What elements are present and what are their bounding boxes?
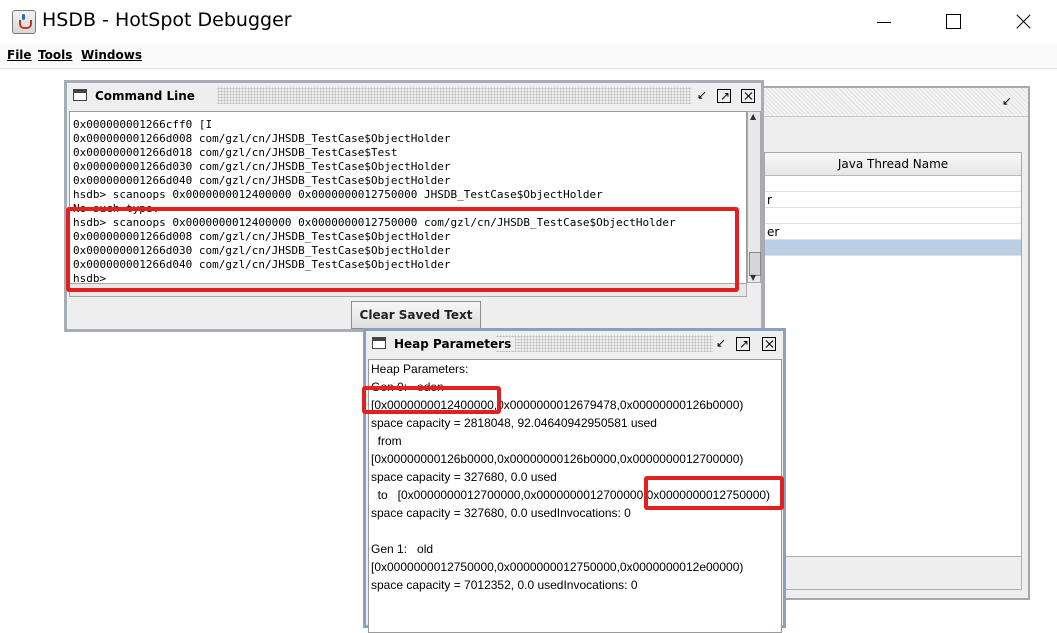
command-line-frame[interactable]: Command Line 0x000000001266cff0 [I 0x000…	[64, 80, 764, 332]
heap-line	[369, 522, 781, 540]
thread-row[interactable]: r	[765, 192, 1021, 208]
thread-row-selected[interactable]	[765, 240, 1021, 256]
titlebar-grip	[217, 87, 691, 104]
maximize-frame-icon[interactable]	[717, 89, 731, 103]
close-frame-icon[interactable]	[741, 89, 755, 103]
heap-line: space capacity = 2818048, 92.04640942950…	[371, 416, 657, 430]
iconify-icon[interactable]	[697, 88, 711, 102]
frame-window-icon	[73, 89, 87, 101]
maximize-frame-icon[interactable]	[736, 337, 750, 351]
menu-file[interactable]: File	[7, 48, 32, 62]
command-line-titlebar[interactable]: Command Line	[67, 83, 761, 109]
output-line: 0x000000001266d018 com/gzl/cn/JHSDB_Test…	[73, 146, 398, 159]
thread-details-panel	[764, 556, 1022, 590]
minimize-button[interactable]	[860, 0, 906, 44]
iconify-icon[interactable]	[1002, 94, 1016, 108]
window-title: HSDB - HotSpot Debugger	[42, 9, 292, 31]
clear-saved-text-button[interactable]: Clear Saved Text	[351, 301, 481, 329]
java-threads-frame[interactable]: Java Thread Name r er	[762, 86, 1030, 600]
frame-window-icon	[372, 337, 386, 349]
heap-line: [0x0000000012750000,0x0000000012750000,0…	[371, 560, 744, 574]
output-line: 0x000000001266d008 com/gzl/cn/JHSDB_Test…	[73, 132, 451, 145]
highlight-box-eden-start	[362, 386, 501, 414]
heap-line: Heap Parameters:	[371, 362, 469, 376]
heap-line: from	[371, 434, 402, 448]
close-frame-icon[interactable]	[762, 337, 776, 351]
menu-bar: File Tools Windows	[0, 44, 1057, 69]
titlebar-grip	[496, 335, 713, 352]
java-app-icon	[12, 10, 36, 34]
thread-table[interactable]: Java Thread Name r er	[764, 152, 1022, 564]
java-threads-frame-titlebar[interactable]	[764, 88, 1028, 117]
heap-line: Gen 1: old	[371, 542, 434, 556]
menu-tools[interactable]: Tools	[38, 48, 72, 62]
iconify-icon[interactable]	[716, 336, 730, 350]
window-titlebar: HSDB - HotSpot Debugger	[0, 0, 1057, 44]
heap-line: [0x00000000126b0000,0x00000000126b0000,0…	[371, 452, 744, 466]
maximize-button[interactable]	[930, 0, 976, 44]
highlight-box-to-end	[644, 476, 784, 510]
highlight-box-scanoops	[66, 207, 739, 292]
thread-row[interactable]	[765, 176, 1021, 192]
thread-row[interactable]: er	[765, 224, 1021, 240]
vertical-scrollbar[interactable]	[747, 111, 761, 283]
output-line: 0x000000001266d040 com/gzl/cn/JHSDB_Test…	[73, 174, 451, 187]
menu-windows[interactable]: Windows	[81, 48, 142, 62]
output-line: 0x000000001266cff0 [I	[73, 118, 213, 131]
heap-parameters-title: Heap Parameters	[394, 337, 516, 351]
output-line: 0x000000001266d030 com/gzl/cn/JHSDB_Test…	[73, 160, 451, 173]
heap-parameters-titlebar[interactable]: Heap Parameters	[366, 331, 783, 357]
thread-row[interactable]	[765, 208, 1021, 224]
heap-line: space capacity = 7012352, 0.0 usedInvoca…	[371, 578, 638, 592]
command-line-title: Command Line	[95, 89, 199, 103]
thread-name-column-header[interactable]: Java Thread Name	[765, 153, 1021, 176]
close-window-button[interactable]	[1000, 0, 1046, 44]
output-line: hsdb> scanoops 0x0000000012400000 0x0000…	[73, 188, 603, 201]
